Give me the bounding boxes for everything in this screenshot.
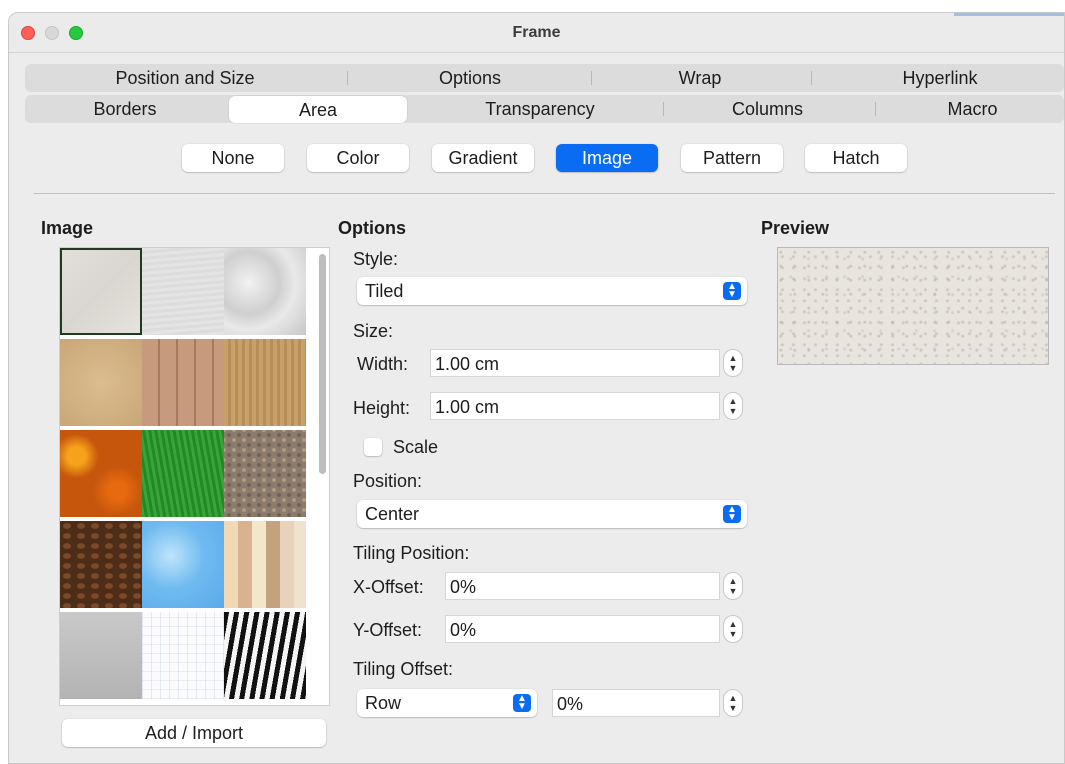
scale-label: Scale [393, 437, 439, 457]
tiling-offset-field[interactable]: 0% [552, 689, 720, 717]
tab-columns[interactable]: Columns [665, 95, 870, 123]
tab-borders[interactable]: Borders [25, 95, 225, 123]
tile-paper-texture[interactable] [142, 248, 224, 335]
fill-color-button[interactable]: Color [307, 144, 409, 172]
updown-chevron-icon: ▲ ▼ [723, 505, 741, 523]
tab-separator [347, 71, 348, 85]
fill-image-button[interactable]: Image [556, 144, 658, 172]
tiling-offset-type-value: Row [365, 693, 402, 713]
tiling-offset-label: Tiling Offset: [353, 659, 454, 679]
x-offset-label: X-Offset: [353, 577, 424, 597]
tile-zebra[interactable] [224, 612, 306, 699]
y-offset-stepper[interactable]: ▲ ▼ [723, 615, 743, 643]
y-offset-value: 0% [450, 620, 477, 640]
width-field[interactable]: 1.00 cm [430, 349, 720, 377]
y-offset-label: Y-Offset: [353, 620, 423, 640]
tile-color-stripes[interactable] [224, 521, 306, 608]
x-offset-stepper[interactable]: ▲ ▼ [723, 572, 743, 600]
tile-grass[interactable] [142, 430, 224, 517]
position-label: Position: [353, 471, 423, 491]
updown-chevron-icon: ▲ ▼ [513, 694, 531, 712]
gallery-scrollbar[interactable] [319, 254, 326, 474]
image-section-title: Image [41, 218, 94, 238]
tab-macro[interactable]: Macro [880, 95, 1064, 123]
tab-transparency[interactable]: Transparency [415, 95, 665, 123]
preview-section-title: Preview [761, 218, 830, 238]
tile-concrete[interactable] [60, 612, 142, 699]
position-select[interactable]: Center ▲ ▼ [357, 500, 747, 528]
style-select[interactable]: Tiled ▲ ▼ [357, 277, 747, 305]
updown-chevron-icon: ▲ ▼ [723, 282, 741, 300]
tab-separator [811, 71, 812, 85]
tile-autumn-leaves[interactable] [60, 430, 142, 517]
style-value: Tiled [365, 281, 404, 301]
width-value: 1.00 cm [435, 354, 500, 374]
tiling-offset-type-select[interactable]: Row ▲ ▼ [357, 689, 537, 717]
tab-position-and-size[interactable]: Position and Size [45, 64, 325, 92]
image-gallery [59, 247, 330, 706]
tile-crumpled-paper[interactable] [224, 248, 306, 335]
tile-coffee-beans[interactable] [60, 521, 142, 608]
fill-hatch-button[interactable]: Hatch [805, 144, 907, 172]
height-stepper[interactable]: ▲ ▼ [723, 392, 743, 420]
tiling-offset-stepper[interactable]: ▲ ▼ [723, 689, 743, 717]
x-offset-value: 0% [450, 577, 477, 597]
tab-hyperlink[interactable]: Hyperlink [815, 64, 1064, 92]
tile-pebbles[interactable] [224, 430, 306, 517]
window-title: Frame [512, 24, 561, 41]
tab-separator [663, 102, 664, 116]
tab-area[interactable]: Area [229, 96, 407, 123]
tile-clouds[interactable] [142, 521, 224, 608]
fill-gradient-button[interactable]: Gradient [432, 144, 534, 172]
height-field[interactable]: 1.00 cm [430, 392, 720, 420]
accent-strip [954, 13, 1064, 16]
tab-wrap[interactable]: Wrap [595, 64, 805, 92]
add-import-button[interactable]: Add / Import [62, 719, 326, 747]
fill-none-button[interactable]: None [182, 144, 284, 172]
title-bar: Frame [9, 13, 1064, 53]
tile-painted-white[interactable] [60, 248, 142, 335]
frame-dialog: Frame Position and Size Options Wrap Hyp… [8, 12, 1065, 764]
style-label: Style: [353, 249, 399, 269]
tiling-offset-value: 0% [557, 694, 584, 714]
tile-wooden-board[interactable] [142, 339, 224, 426]
position-value: Center [365, 504, 420, 524]
x-offset-field[interactable]: 0% [445, 572, 720, 600]
tab-row-2: Borders Area Transparency Columns Macro [25, 95, 1064, 123]
height-label: Height: [353, 398, 411, 418]
size-label: Size: [353, 321, 394, 341]
fill-pattern-button[interactable]: Pattern [681, 144, 783, 172]
options-section-title: Options [338, 218, 406, 238]
tab-row-1: Position and Size Options Wrap Hyperlink [25, 64, 1064, 92]
tile-wood-grain[interactable] [224, 339, 306, 426]
scale-checkbox[interactable] [364, 438, 382, 456]
width-stepper[interactable]: ▲ ▼ [723, 349, 743, 377]
tile-grid-paper[interactable] [142, 612, 224, 699]
width-label: Width: [357, 354, 409, 374]
tab-separator [875, 102, 876, 116]
tab-options[interactable]: Options [355, 64, 585, 92]
height-value: 1.00 cm [435, 397, 500, 417]
preview-image [777, 247, 1049, 365]
y-offset-field[interactable]: 0% [445, 615, 720, 643]
divider [34, 193, 1055, 194]
tiling-position-label: Tiling Position: [353, 543, 470, 563]
tile-parchment[interactable] [60, 339, 142, 426]
tab-separator [591, 71, 592, 85]
